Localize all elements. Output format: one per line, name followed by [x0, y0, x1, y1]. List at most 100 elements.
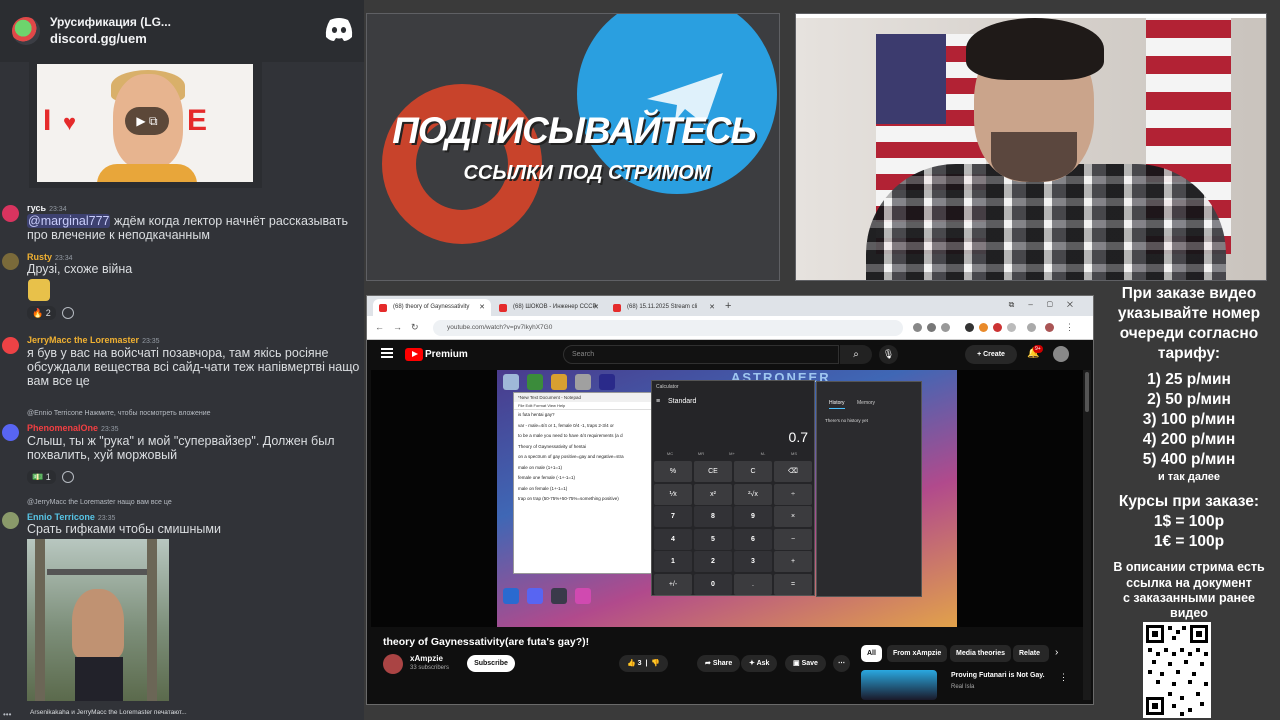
- calculator-key[interactable]: 0: [694, 573, 732, 595]
- chip-all[interactable]: All: [861, 645, 882, 662]
- reload-icon[interactable]: ↻: [411, 322, 419, 333]
- profile-icon[interactable]: [1045, 323, 1054, 332]
- calculator-key[interactable]: −: [774, 528, 812, 550]
- close-icon[interactable]: ✕: [593, 303, 599, 311]
- calculator-key[interactable]: ⅟x: [654, 483, 692, 505]
- search-input[interactable]: Search: [563, 345, 839, 364]
- calculator-key[interactable]: CE: [694, 461, 732, 482]
- calculator-key[interactable]: +: [774, 551, 812, 572]
- address-bar[interactable]: youtube.com/watch?v=pv7lkyhX7G0: [433, 320, 903, 336]
- browser-tab[interactable]: (68) 15.11.2025 Stream cli ✕: [607, 299, 721, 316]
- calculator-key[interactable]: 4: [654, 528, 692, 550]
- calculator-key[interactable]: 9: [734, 506, 772, 527]
- channel-avatar[interactable]: [383, 654, 403, 674]
- video-embed[interactable]: I ♥ E ▶ ⧉: [29, 62, 262, 188]
- scrollbar-track[interactable]: [1083, 370, 1091, 700]
- username[interactable]: PhenomenalOne 23:35: [27, 423, 119, 433]
- hamburger-menu-icon[interactable]: [381, 348, 393, 358]
- calculator-memory-key[interactable]: MC: [656, 449, 684, 459]
- user-avatar[interactable]: [2, 253, 19, 270]
- menu-kebab-icon[interactable]: ⋮: [1065, 322, 1074, 333]
- calculator-key[interactable]: 6: [734, 528, 772, 550]
- calculator-memory-key[interactable]: M-: [749, 449, 777, 459]
- calculator-key[interactable]: ×: [774, 506, 812, 527]
- recommended-title[interactable]: Proving Futanari is Not Gay.: [951, 672, 1045, 679]
- cast-icon[interactable]: [927, 323, 936, 332]
- youtube-premium-label[interactable]: Premium: [425, 349, 468, 360]
- user-avatar[interactable]: [2, 512, 19, 529]
- play-icon[interactable]: ▶ ⧉: [125, 107, 169, 135]
- sidebar-icon[interactable]: [1027, 323, 1036, 332]
- forward-icon[interactable]: →: [393, 322, 402, 332]
- zoom-icon[interactable]: [913, 323, 922, 332]
- extension-icon[interactable]: [965, 323, 974, 332]
- reaction[interactable]: 🔥 2: [27, 306, 56, 320]
- user-avatar[interactable]: [2, 337, 19, 354]
- chip-related[interactable]: Relate: [1013, 645, 1049, 662]
- browser-tab-active[interactable]: (68) theory of Gaynessativity ✕: [373, 299, 491, 316]
- create-button[interactable]: + Create: [965, 345, 1017, 364]
- more-options-icon[interactable]: ⋮: [1059, 672, 1068, 683]
- share-button[interactable]: ➦ Share: [697, 655, 741, 672]
- ask-button[interactable]: ✦ Ask: [741, 655, 778, 672]
- calculator-key[interactable]: 3: [734, 551, 772, 572]
- account-avatar[interactable]: [1053, 346, 1069, 362]
- recommended-channel[interactable]: Real Isla: [951, 684, 974, 690]
- user-avatar[interactable]: [2, 205, 19, 222]
- search-icon[interactable]: ⌕: [840, 345, 872, 364]
- reaction[interactable]: 💵 1: [27, 470, 56, 484]
- calculator-key[interactable]: 5: [694, 528, 732, 550]
- calculator-memory-key[interactable]: M+: [718, 449, 746, 459]
- video-player[interactable]: ASTRONEER *New Text Document - Notepad F…: [371, 370, 1083, 627]
- calculator-key[interactable]: ÷: [774, 483, 812, 505]
- youtube-logo-icon[interactable]: [405, 348, 423, 361]
- channel-name[interactable]: xAmpzie: [410, 654, 443, 663]
- calculator-memory-key[interactable]: MS: [780, 449, 808, 459]
- username[interactable]: Rusty 23:34: [27, 252, 73, 262]
- calculator-key[interactable]: 2: [694, 551, 732, 572]
- calculator-key[interactable]: 8: [694, 506, 732, 527]
- chip-from-channel[interactable]: From xAmpzie: [887, 645, 948, 662]
- calculator-key[interactable]: =: [774, 573, 812, 595]
- add-reaction-icon[interactable]: [62, 307, 74, 319]
- calculator-key[interactable]: %: [654, 461, 692, 482]
- username[interactable]: JerryMacc the Loremaster 23:35: [27, 335, 160, 345]
- subscribe-button[interactable]: Subscribe: [467, 655, 515, 672]
- calculator-key[interactable]: 7: [654, 506, 692, 527]
- add-reaction-icon[interactable]: [62, 471, 74, 483]
- bookmark-icon[interactable]: [941, 323, 950, 332]
- back-icon[interactable]: ←: [375, 322, 384, 332]
- user-mention[interactable]: @marginal777: [27, 214, 111, 228]
- invite-link[interactable]: discord.gg/uem: [50, 30, 171, 48]
- user-avatar[interactable]: [2, 424, 19, 441]
- save-button[interactable]: ▣ Save: [785, 655, 826, 672]
- chevron-right-icon[interactable]: ›: [1055, 647, 1058, 658]
- calculator-memory-key[interactable]: MR: [687, 449, 715, 459]
- gif-attachment[interactable]: [27, 539, 169, 701]
- extensions-puzzle-icon[interactable]: [1007, 323, 1016, 332]
- scrollbar-thumb[interactable]: [1085, 372, 1089, 412]
- extension-icon[interactable]: [979, 323, 988, 332]
- calculator-key[interactable]: x²: [694, 483, 732, 505]
- calculator-key[interactable]: .: [734, 573, 772, 595]
- reply-preview[interactable]: @JerryMacc the Loremaster нащо вам все ц…: [27, 499, 172, 506]
- calculator-key[interactable]: C: [734, 461, 772, 482]
- window-controls[interactable]: ⧉–▢✕: [1009, 300, 1087, 310]
- close-icon[interactable]: ✕: [479, 303, 485, 311]
- close-icon[interactable]: ✕: [709, 303, 715, 311]
- calculator-key[interactable]: ⌫: [774, 461, 812, 482]
- recommended-thumbnail[interactable]: [861, 670, 937, 700]
- calculator-key[interactable]: +/-: [654, 573, 692, 595]
- extension-icon[interactable]: [993, 323, 1002, 332]
- browser-tab[interactable]: (68) ШОКОВ - Инженер CCCP ✕: [493, 299, 605, 316]
- more-actions-icon[interactable]: ⋯: [833, 655, 850, 672]
- calculator-key[interactable]: 1: [654, 551, 692, 572]
- new-tab-icon[interactable]: +: [725, 300, 731, 312]
- chip-media-theories[interactable]: Media theories: [950, 645, 1012, 662]
- microphone-icon[interactable]: 🎙: [879, 345, 898, 364]
- username[interactable]: Ennio Terricone 23:35: [27, 512, 115, 522]
- calculator-key[interactable]: ²√x: [734, 483, 772, 505]
- reply-preview[interactable]: @Ennio Terricone Нажмите, чтобы посмотре…: [27, 410, 211, 417]
- like-button[interactable]: 👍 3 | 👎: [619, 655, 669, 672]
- username[interactable]: гусь 23:34: [27, 203, 67, 213]
